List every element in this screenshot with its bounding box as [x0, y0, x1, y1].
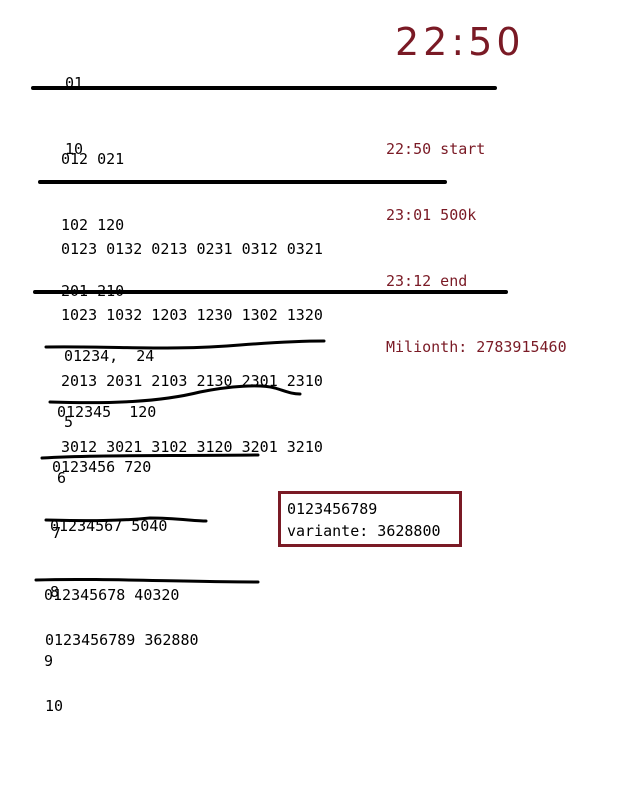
time-log: 22:50 start 23:01 500k 23:12 end Miliont… [386, 94, 567, 380]
block-line: 01 [65, 74, 84, 92]
big-time: 22:50 [395, 20, 525, 64]
result-digits: 0123456789 [287, 500, 378, 518]
block-line: 0123 0132 0213 0231 0312 0321 [61, 240, 323, 258]
block-line: 0123456789 362880 [45, 631, 199, 649]
result-box: 0123456789 variante: 3628800 [278, 491, 462, 547]
log-line: 23:01 500k [386, 206, 477, 224]
block-line: 01234567 5040 [50, 517, 168, 535]
log-line: 22:50 start [386, 140, 486, 158]
log-line: Milionth: 2783915460 [386, 338, 567, 356]
block-line: 10 [45, 697, 64, 715]
block-line: 012 021 [61, 150, 125, 168]
block-10: 0123456789 362880 10 [45, 585, 199, 739]
log-line: 23:12 end [386, 272, 468, 290]
result-variante: variante: 3628800 [287, 522, 441, 540]
